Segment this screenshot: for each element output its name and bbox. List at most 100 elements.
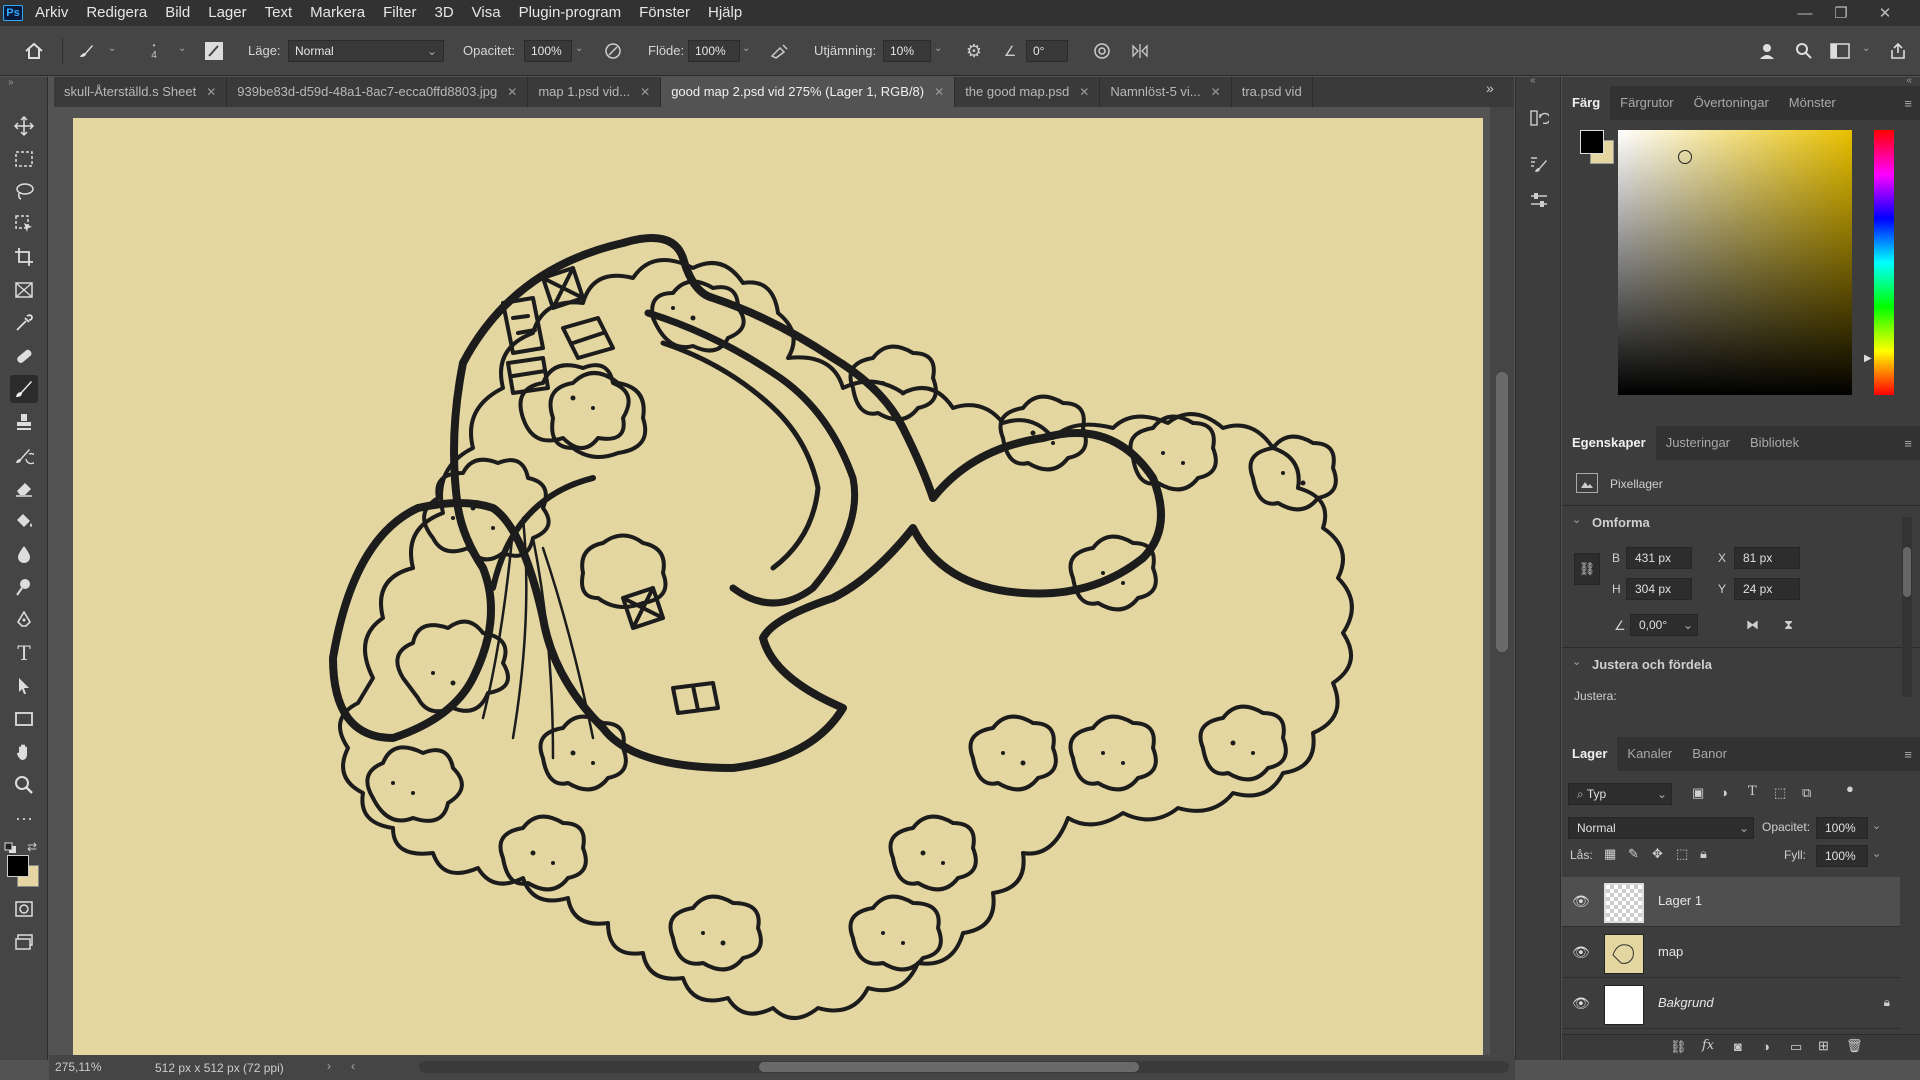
brush-settings-panel-icon[interactable]	[1526, 151, 1552, 177]
healing-brush-tool-icon[interactable]	[10, 342, 38, 370]
chevron-right-icon[interactable]: ›	[327, 1059, 331, 1073]
add-mask-icon[interactable]: ◙	[1734, 1039, 1742, 1054]
height-field[interactable]: 304 px	[1626, 578, 1692, 600]
zoom-tool-icon[interactable]	[10, 771, 38, 799]
menu-hjalp[interactable]: Hjälp	[699, 0, 751, 26]
tabs-overflow-icon[interactable]: »	[1486, 80, 1494, 96]
tab-document[interactable]: skull-Återställd.s Sheet ✕	[54, 77, 228, 107]
hand-tool-icon[interactable]	[10, 738, 38, 766]
filter-adjustment-icon[interactable]: ◑	[1720, 785, 1728, 800]
layer-row[interactable]: 👁︎ Lager 1	[1562, 877, 1900, 927]
mode-select[interactable]: Normal ⌄	[288, 40, 444, 62]
tab-egenskaper[interactable]: Egenskaper	[1562, 426, 1656, 460]
search-icon[interactable]	[1792, 39, 1816, 63]
tab-document-active[interactable]: good map 2.psd vid 275% (Lager 1, RGB/8)…	[661, 77, 956, 107]
link-dimensions-icon[interactable]: ⛓	[1574, 553, 1600, 585]
tab-banor[interactable]: Banor	[1682, 737, 1737, 771]
object-select-tool-icon[interactable]	[10, 210, 38, 238]
layer-fill-field[interactable]: 100%	[1816, 845, 1868, 867]
eye-icon[interactable]: 👁︎	[1572, 995, 1590, 1012]
menu-filter[interactable]: Filter	[374, 0, 425, 26]
panel-menu-icon[interactable]: ≡	[1904, 436, 1912, 451]
filter-smart-object-icon[interactable]: ⧉	[1802, 785, 1811, 801]
menu-lager[interactable]: Lager	[199, 0, 255, 26]
fx-icon[interactable]: fx	[1702, 1038, 1714, 1053]
color-field[interactable]	[1618, 130, 1852, 395]
layer-name[interactable]: map	[1658, 944, 1683, 959]
tab-document[interactable]: tra.psd vid	[1232, 77, 1313, 107]
layer-name[interactable]: Lager 1	[1658, 893, 1702, 908]
screen-mode-icon[interactable]	[10, 928, 38, 956]
tab-document[interactable]: the good map.psd ✕	[955, 77, 1101, 107]
blend-mode-select[interactable]: Normal ⌄	[1568, 817, 1754, 839]
tab-bibliotek[interactable]: Bibliotek	[1740, 426, 1809, 460]
menu-fonster[interactable]: Fönster	[630, 0, 699, 26]
eraser-tool-icon[interactable]	[10, 474, 38, 502]
delete-layer-icon[interactable]: 🗑︎	[1846, 1038, 1863, 1054]
panel-menu-icon[interactable]: ≡	[1904, 747, 1912, 762]
gear-icon[interactable]: ⚙	[962, 39, 986, 63]
brush-preset-icon[interactable]	[74, 39, 98, 63]
menu-bild[interactable]: Bild	[156, 0, 199, 26]
filter-pixel-icon[interactable]: ▣	[1692, 785, 1704, 801]
quick-mask-icon[interactable]	[10, 895, 38, 923]
eye-icon[interactable]: 👁︎	[1572, 944, 1590, 961]
marquee-tool-icon[interactable]	[10, 145, 38, 173]
tab-kanaler[interactable]: Kanaler	[1617, 737, 1682, 771]
zoom-level[interactable]: 275,11%	[55, 1060, 101, 1074]
chevron-down-icon[interactable]: ⌄	[575, 43, 583, 54]
close-icon[interactable]: ✕	[206, 85, 216, 99]
close-icon[interactable]: ✕	[1211, 85, 1221, 99]
flip-vertical-icon[interactable]: ⧗	[1784, 617, 1793, 633]
link-layers-icon[interactable]: ⛓	[1670, 1039, 1687, 1055]
brush-tool-icon[interactable]	[10, 375, 38, 403]
flip-horizontal-icon[interactable]: ⧓	[1746, 617, 1759, 633]
foreground-color-swatch[interactable]	[1580, 130, 1604, 154]
properties-scrollbar[interactable]	[1902, 517, 1912, 697]
history-brush-tool-icon[interactable]	[10, 441, 38, 469]
close-icon[interactable]: ✕	[934, 85, 944, 99]
new-group-icon[interactable]: ▭	[1790, 1039, 1802, 1055]
menu-text[interactable]: Text	[256, 0, 302, 26]
filter-type-icon[interactable]: T	[1748, 784, 1757, 799]
chevron-down-icon[interactable]: ⌄	[1872, 847, 1881, 860]
tab-monster[interactable]: Mönster	[1779, 86, 1846, 120]
tab-overtoningar[interactable]: Övertoningar	[1684, 86, 1779, 120]
lasso-tool-icon[interactable]	[10, 177, 38, 205]
tab-document[interactable]: map 1.psd vid... ✕	[528, 77, 662, 107]
close-icon[interactable]: ✕	[640, 85, 650, 99]
hue-slider-handle[interactable]: ▶	[1864, 353, 1872, 364]
x-field[interactable]: 81 px	[1734, 547, 1800, 569]
collapse-icon[interactable]: »	[8, 77, 14, 88]
layer-row[interactable]: 👁︎ map	[1562, 928, 1900, 978]
brush-size-picker[interactable]: • 4	[142, 39, 166, 63]
tab-justeringar[interactable]: Justeringar	[1656, 426, 1740, 460]
tab-fargrutor[interactable]: Färgrutor	[1610, 86, 1683, 120]
scrollbar-thumb[interactable]	[759, 1062, 1139, 1072]
collapse-icon[interactable]: «	[1530, 75, 1536, 86]
vertical-scrollbar[interactable]	[1490, 107, 1514, 1060]
tab-document[interactable]: Namnlöst-5 vi... ✕	[1100, 77, 1232, 107]
menu-redigera[interactable]: Redigera	[77, 0, 156, 26]
chevron-down-icon[interactable]: ⌄	[1572, 655, 1581, 668]
hue-slider[interactable]	[1874, 130, 1894, 395]
pressure-size-icon[interactable]	[1090, 39, 1114, 63]
chevron-down-icon[interactable]: ⌄	[934, 43, 942, 54]
menu-arkiv[interactable]: Arkiv	[26, 0, 77, 26]
rotation-field[interactable]: 0,00° ⌄	[1630, 614, 1698, 636]
horizontal-scrollbar[interactable]	[419, 1061, 1509, 1073]
opacity-field[interactable]: 100%	[524, 40, 572, 62]
type-tool-icon[interactable]: T	[10, 639, 38, 667]
panel-menu-icon[interactable]: ≡	[1904, 96, 1912, 111]
home-icon[interactable]	[22, 39, 46, 63]
collapse-icon[interactable]: «	[1906, 75, 1912, 86]
eye-icon[interactable]: 👁︎	[1572, 893, 1590, 910]
width-field[interactable]: 431 px	[1626, 547, 1692, 569]
close-icon[interactable]: ✕	[507, 85, 517, 99]
foreground-color-swatch[interactable]	[7, 855, 29, 877]
frame-tool-icon[interactable]	[10, 276, 38, 304]
menu-markera[interactable]: Markera	[301, 0, 374, 26]
lock-pixels-icon[interactable]: ✎	[1628, 846, 1639, 862]
symmetry-icon[interactable]	[1128, 39, 1152, 63]
chevron-down-icon[interactable]: ⌄	[742, 43, 750, 54]
